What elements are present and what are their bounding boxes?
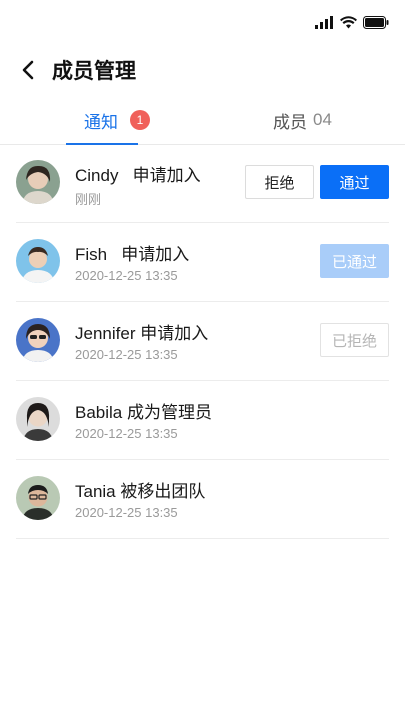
member-name: Cindy [75, 166, 119, 185]
member-name: Tania [75, 482, 116, 501]
tab-members-label: 成员 [273, 112, 307, 132]
notification-action: 申请加入 [132, 166, 201, 185]
list-item[interactable]: Jennifer 申请加入 2020-12-25 13:35 已拒绝 [16, 302, 389, 381]
reject-button[interactable]: 拒绝 [245, 165, 314, 199]
notification-text: Cindy 申请加入 [75, 161, 201, 186]
member-name: Babila [75, 403, 123, 422]
nav-bar: 成员管理 [0, 50, 405, 94]
list-item[interactable]: Fish 申请加入 2020-12-25 13:35 已通过 [16, 223, 389, 302]
tab-notifications[interactable]: 通知 1 [84, 96, 150, 144]
notification-text: Jennifer 申请加入 [75, 319, 208, 344]
notification-action: 申请加入 [121, 245, 190, 264]
notification-list: Cindy 申请加入 刚刚 拒绝 通过 Fish 申请加入 2020-12-25… [0, 144, 405, 539]
avatar [16, 160, 60, 204]
status-icons [315, 16, 389, 34]
notification-action: 申请加入 [140, 324, 209, 343]
notification-action: 被移出团队 [120, 482, 206, 501]
approve-button[interactable]: 通过 [320, 165, 389, 199]
notification-text: Babila 成为管理员 [75, 398, 212, 423]
page-title: 成员管理 [52, 60, 136, 83]
members-count: 04 [313, 110, 332, 129]
notification-badge: 1 [130, 110, 150, 130]
notification-time: 2020-12-25 13:35 [75, 268, 178, 283]
back-button[interactable] [14, 56, 42, 88]
avatar [16, 476, 60, 520]
notification-action: 成为管理员 [127, 403, 212, 422]
avatar [16, 318, 60, 362]
tab-bar: 通知 1 成员 04 [0, 96, 405, 145]
notification-time: 2020-12-25 13:35 [75, 505, 178, 520]
avatar [16, 239, 60, 283]
list-item[interactable]: Babila 成为管理员 2020-12-25 13:35 [16, 381, 389, 460]
tab-members[interactable]: 成员 04 [273, 96, 332, 144]
approved-status-button: 已通过 [320, 244, 389, 278]
rejected-status-button: 已拒绝 [320, 323, 389, 357]
battery-icon [363, 16, 389, 34]
status-bar [0, 0, 405, 46]
wifi-icon [340, 16, 357, 34]
tab-notifications-label: 通知 [84, 112, 118, 132]
notification-text: Tania 被移出团队 [75, 477, 205, 502]
member-name: Fish [75, 245, 108, 264]
notification-text: Fish 申请加入 [75, 240, 189, 265]
notification-time: 2020-12-25 13:35 [75, 347, 178, 362]
avatar [16, 397, 60, 441]
member-name: Jennifer [75, 324, 136, 343]
notification-time: 2020-12-25 13:35 [75, 426, 178, 441]
list-item[interactable]: Tania 被移出团队 2020-12-25 13:35 [16, 460, 389, 539]
signal-icon [315, 16, 334, 34]
notification-time: 刚刚 [75, 192, 102, 207]
back-arrow-icon [21, 60, 35, 85]
list-item[interactable]: Cindy 申请加入 刚刚 拒绝 通过 [16, 144, 389, 223]
